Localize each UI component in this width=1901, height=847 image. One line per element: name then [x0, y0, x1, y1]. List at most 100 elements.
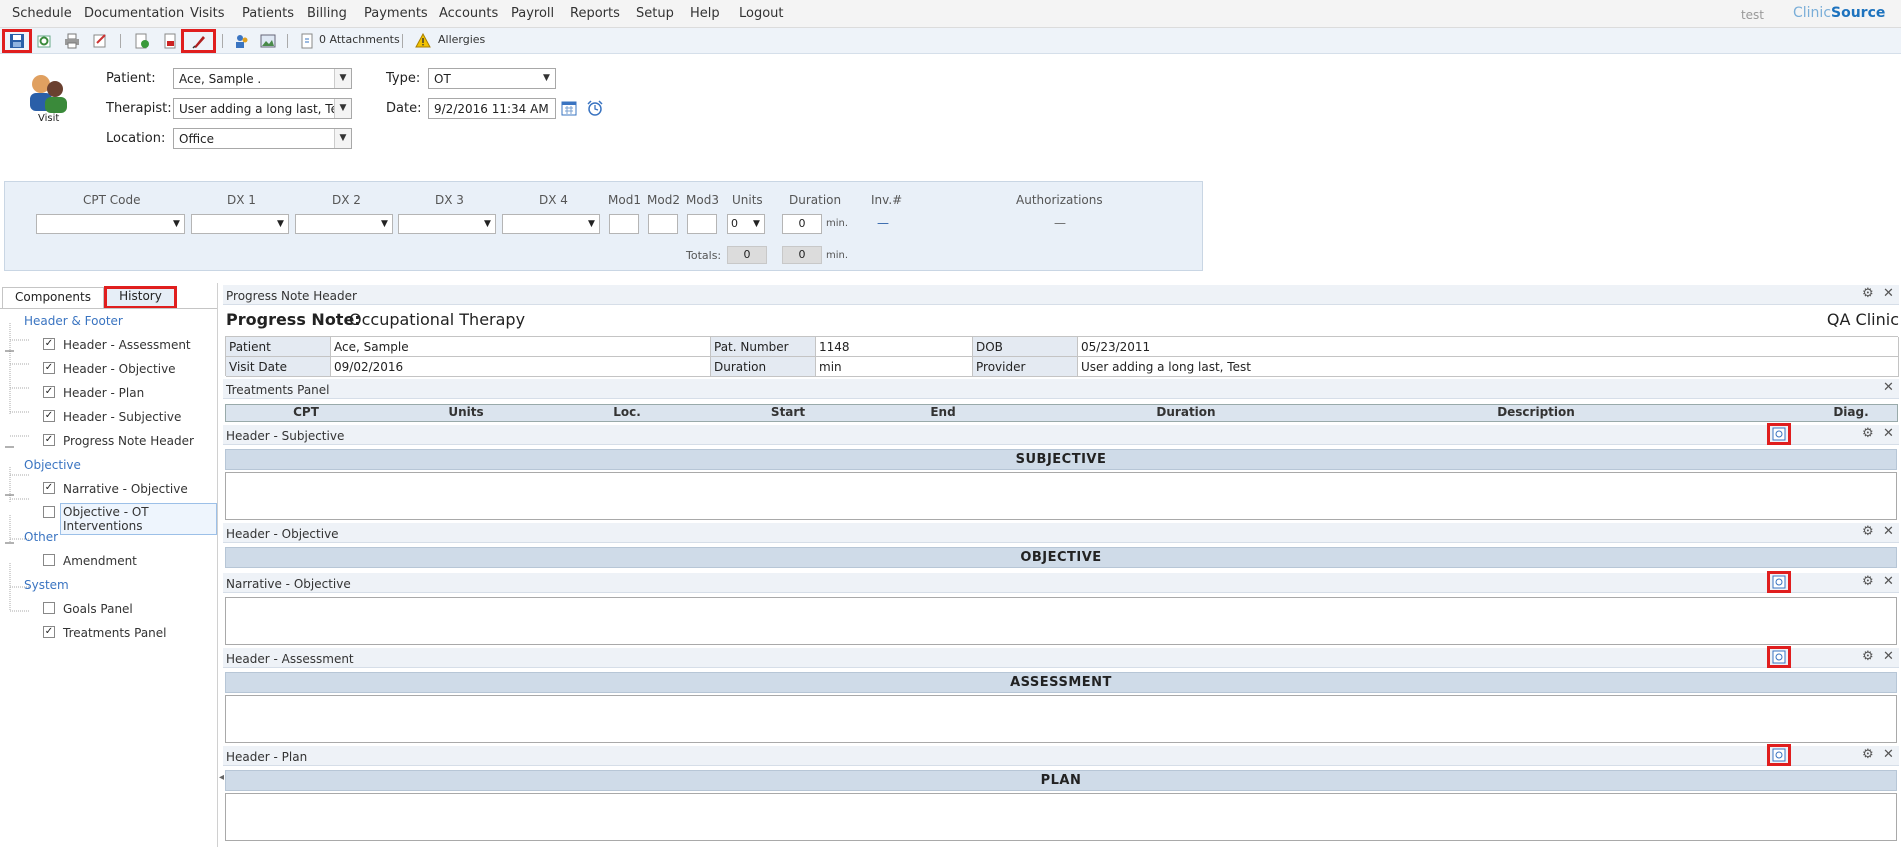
tree-item-header-objective[interactable]: Header - Objective [63, 362, 176, 376]
units-select[interactable]: 0 ▼ [727, 214, 765, 234]
close-icon[interactable]: ✕ [1883, 426, 1894, 441]
therapist-select[interactable]: User adding a long last, Test ▼ [173, 98, 352, 119]
checkbox-progress-note-header[interactable]: ✓ [43, 434, 55, 446]
tree-item-progress-note-header[interactable]: Progress Note Header [63, 434, 194, 448]
add-document-icon[interactable] [132, 31, 152, 51]
tree-group-objective[interactable]: Objective [24, 458, 81, 472]
checkbox-header-plan[interactable]: ✓ [43, 386, 55, 398]
people-icon[interactable] [232, 31, 252, 51]
edit-checklist-icon[interactable] [90, 31, 110, 51]
checkbox-treatments-panel[interactable]: ✓ [43, 626, 55, 638]
warning-icon[interactable] [413, 31, 433, 51]
smart-text-icon[interactable] [1767, 423, 1791, 445]
mod1-input[interactable] [609, 214, 639, 234]
tree-group-other[interactable]: Other [24, 530, 58, 544]
dx1-select[interactable]: ▼ [191, 214, 289, 234]
refresh-icon[interactable] [34, 31, 54, 51]
gear-icon[interactable]: ⚙ [1862, 649, 1874, 664]
chevron-down-icon: ▼ [334, 69, 351, 88]
authorizations-header: Authorizations [1016, 193, 1103, 207]
dx3-select[interactable]: ▼ [398, 214, 496, 234]
menu-setup[interactable]: Setup [636, 6, 674, 21]
type-label: Type: [386, 71, 421, 86]
progress-note-type: Occupational Therapy [349, 310, 526, 329]
menu-documentation[interactable]: Documentation [84, 6, 184, 21]
menu-schedule[interactable]: Schedule [12, 6, 72, 21]
checkbox-goals-panel[interactable] [43, 602, 55, 614]
tree-item-goals-panel[interactable]: Goals Panel [63, 602, 133, 616]
tree-group-system[interactable]: System [24, 578, 69, 592]
therapist-label: Therapist: [106, 101, 172, 116]
inv-value[interactable]: — [877, 216, 889, 230]
sign-pen-icon[interactable] [181, 29, 216, 53]
menu-reports[interactable]: Reports [570, 6, 620, 21]
narrative-objective-textarea[interactable] [225, 597, 1897, 645]
dx2-select[interactable]: ▼ [295, 214, 393, 234]
menu-help[interactable]: Help [690, 6, 720, 21]
image-icon[interactable] [258, 31, 278, 51]
tree-group-header-footer[interactable]: Header & Footer [24, 314, 123, 328]
assessment-textarea[interactable] [225, 695, 1897, 743]
type-select[interactable]: OT ▼ [428, 68, 556, 89]
close-icon[interactable]: ✕ [1883, 524, 1894, 539]
menu-accounts[interactable]: Accounts [439, 6, 498, 21]
subjective-textarea[interactable] [225, 472, 1897, 520]
tree-item-amendment[interactable]: Amendment [63, 554, 137, 568]
calendar-icon[interactable] [561, 100, 577, 116]
smart-text-icon[interactable] [1767, 744, 1791, 766]
mod2-input[interactable] [648, 214, 678, 234]
close-icon[interactable]: ✕ [1883, 649, 1894, 664]
checkbox-amendment[interactable] [43, 554, 55, 566]
gear-icon[interactable]: ⚙ [1862, 286, 1874, 301]
mod2-header: Mod2 [647, 193, 680, 207]
gear-icon[interactable]: ⚙ [1862, 524, 1874, 539]
tab-components[interactable]: Components [2, 287, 104, 308]
patient-select[interactable]: Ace, Sample . ▼ [173, 68, 352, 89]
tab-divider [0, 308, 217, 309]
close-icon[interactable]: ✕ [1883, 747, 1894, 762]
plan-textarea[interactable] [225, 793, 1897, 841]
smart-text-icon[interactable] [1767, 571, 1791, 593]
gear-icon[interactable]: ⚙ [1862, 574, 1874, 589]
tab-history[interactable]: History [104, 286, 177, 309]
tree-item-narrative-objective[interactable]: Narrative - Objective [63, 482, 188, 496]
allergies-label[interactable]: Allergies [438, 33, 485, 46]
checkbox-header-objective[interactable]: ✓ [43, 362, 55, 374]
dx4-select[interactable]: ▼ [502, 214, 600, 234]
checkbox-header-assessment[interactable]: ✓ [43, 338, 55, 350]
cpt-code-select[interactable]: ▼ [36, 214, 185, 234]
menu-payments[interactable]: Payments [364, 6, 428, 21]
close-icon[interactable]: ✕ [1883, 574, 1894, 589]
info-value: User adding a long last, Test [1078, 357, 1899, 377]
mod3-input[interactable] [687, 214, 717, 234]
print-icon[interactable] [62, 31, 82, 51]
tree-item-header-plan[interactable]: Header - Plan [63, 386, 144, 400]
attachment-icon[interactable] [297, 31, 317, 51]
checkbox-narrative-objective[interactable]: ✓ [43, 482, 55, 494]
gear-icon[interactable]: ⚙ [1862, 426, 1874, 441]
tree-item-header-assessment[interactable]: Header - Assessment [63, 338, 191, 352]
close-icon[interactable]: ✕ [1883, 286, 1894, 301]
menu-patients[interactable]: Patients [242, 6, 294, 21]
duration-input[interactable]: 0 [782, 214, 822, 234]
tree-item-treatments-panel[interactable]: Treatments Panel [63, 626, 167, 640]
alarm-clock-icon[interactable] [586, 99, 604, 117]
location-select[interactable]: Office ▼ [173, 128, 352, 149]
tree-item-objective-ot-interventions[interactable]: Objective - OT Interventions [60, 503, 217, 535]
save-icon[interactable] [2, 29, 32, 53]
menu-visits[interactable]: Visits [190, 6, 224, 21]
attachments-label[interactable]: 0 Attachments [319, 33, 400, 46]
gear-icon[interactable]: ⚙ [1862, 747, 1874, 762]
smart-text-icon[interactable] [1767, 646, 1791, 668]
date-input[interactable]: 9/2/2016 11:34 AM [428, 98, 556, 119]
objective-band: OBJECTIVE [225, 547, 1897, 568]
checkbox-objective-ot-interventions[interactable] [43, 506, 55, 518]
pdf-icon[interactable] [160, 31, 180, 51]
close-icon[interactable]: ✕ [1883, 380, 1894, 395]
menu-billing[interactable]: Billing [307, 6, 347, 21]
tree-item-header-subjective[interactable]: Header - Subjective [63, 410, 181, 424]
checkbox-header-subjective[interactable]: ✓ [43, 410, 55, 422]
menu-payroll[interactable]: Payroll [511, 6, 554, 21]
totals-units: 0 [727, 246, 767, 264]
menu-logout[interactable]: Logout [739, 6, 784, 21]
